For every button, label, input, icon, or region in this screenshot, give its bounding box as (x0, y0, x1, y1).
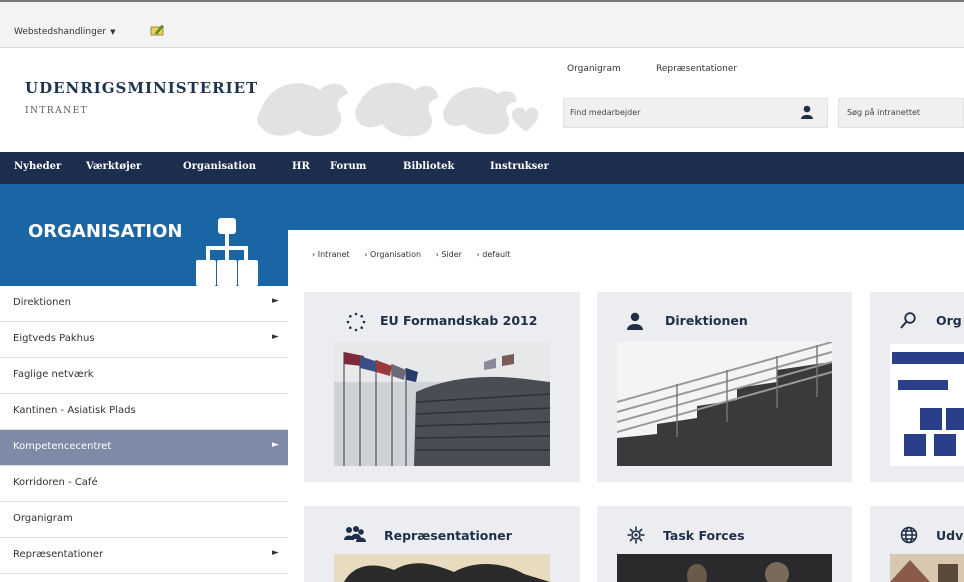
breadcrumb-item-default[interactable]: › default (477, 250, 517, 259)
magnifier-icon (900, 312, 916, 329)
card-title: EU Formandskab 2012 (380, 313, 538, 328)
ribbon-bar (0, 0, 964, 48)
card-title: Direktionen (665, 313, 748, 328)
nav-item-news[interactable]: Nyheder (14, 161, 61, 172)
organigram-thumbnail (890, 344, 964, 466)
circle-dots-icon (346, 312, 366, 332)
nav-item-instructions[interactable]: Instrukser (490, 161, 549, 172)
logo-title[interactable]: UDENRIGSMINISTERIET (25, 79, 258, 97)
chevron-right-icon: ► (272, 440, 279, 450)
sidebar-item-kompetencecentret[interactable]: Kompetencecentret ► (0, 430, 288, 466)
sidebar-item-organigram[interactable]: Organigram (0, 502, 288, 538)
nav-item-hr[interactable]: HR (292, 161, 310, 172)
find-employee-input[interactable]: Find medarbejder (563, 98, 828, 128)
globe-icon (900, 526, 918, 544)
sidebar-item-eigtveds-pakhus[interactable]: Eigtveds Pakhus ► (0, 322, 288, 358)
nav-item-forum[interactable]: Forum (330, 161, 366, 172)
edit-page-icon[interactable] (150, 24, 164, 36)
sidebar-item-label: Faglige netværk (13, 369, 94, 380)
card-representations[interactable]: Repræsentationer (304, 506, 580, 582)
chevron-right-icon: ► (272, 296, 279, 306)
card-task-forces[interactable]: Task Forces (597, 506, 852, 582)
search-input[interactable]: Søg på intranettet (838, 98, 964, 128)
nav-item-library[interactable]: Bibliotek (403, 161, 454, 172)
card-title: Org (936, 313, 962, 328)
chevron-right-icon: ► (272, 548, 279, 558)
card-eu-presidency[interactable]: EU Formandskab 2012 (304, 292, 580, 482)
nav-item-tools[interactable]: Værktøjer (86, 161, 141, 172)
chevron-right-icon: ► (272, 332, 279, 342)
header-link-organigram[interactable]: Organigram (567, 64, 621, 74)
main-nav: Nyheder Værktøjer Organisation HR Forum … (0, 152, 964, 184)
site-actions-label: Webstedshandlinger (14, 27, 107, 37)
card-directorate[interactable]: Direktionen (597, 292, 852, 482)
card-title: Repræsentationer (384, 528, 512, 543)
header-link-representations[interactable]: Repræsentationer (656, 64, 737, 74)
sidebar-item-label: Korridoren - Café (13, 477, 98, 488)
sidebar-item-label: Eigtveds Pakhus (13, 333, 95, 344)
breadcrumb-item-pages[interactable]: › Sider (436, 250, 468, 259)
sidebar-item-label: Organigram (13, 513, 73, 524)
meeting-photo (617, 554, 832, 582)
sidebar-item-repraesentationer[interactable]: Repræsentationer ► (0, 538, 288, 574)
breadcrumb-item-intranet[interactable]: › Intranet (312, 250, 356, 259)
section-title: ORGANISATION (28, 221, 183, 242)
card-organigram[interactable]: Org (870, 292, 964, 482)
caret-down-icon: ▼ (110, 28, 116, 36)
sidebar: Direktionen ► Eigtveds Pakhus ► Faglige … (0, 286, 288, 582)
development-photo (890, 554, 964, 582)
search-placeholder: Søg på intranettet (847, 108, 921, 117)
sidebar-item-faglige-netvaerk[interactable]: Faglige netværk (0, 358, 288, 394)
lions-logo-watermark (257, 82, 539, 137)
site-actions-menu[interactable]: Webstedshandlinger ▼ (14, 27, 115, 37)
person-icon[interactable] (800, 105, 814, 119)
nav-item-organisation[interactable]: Organisation (183, 161, 256, 172)
sidebar-item-label: Direktionen (13, 297, 71, 308)
sidebar-item-direktionen[interactable]: Direktionen ► (0, 286, 288, 322)
find-employee-placeholder: Find medarbejder (570, 108, 641, 117)
sidebar-item-label: Repræsentationer (13, 549, 104, 560)
card-development[interactable]: Udv (870, 506, 964, 582)
sidebar-item-korridoren[interactable]: Korridoren - Café (0, 466, 288, 502)
breadcrumb-item-organisation[interactable]: › Organisation (364, 250, 427, 259)
sidebar-item-label: Kantinen - Asiatisk Plads (13, 405, 136, 416)
world-map-photo (334, 554, 550, 582)
people-icon (344, 526, 366, 542)
sidebar-item-kantinen[interactable]: Kantinen - Asiatisk Plads (0, 394, 288, 430)
eu-parliament-photo (334, 342, 550, 466)
staircase-photo (617, 342, 832, 466)
card-title: Udv (936, 528, 964, 543)
gear-icon (627, 526, 645, 544)
card-title: Task Forces (663, 528, 745, 543)
person-icon (627, 312, 643, 330)
breadcrumb: › Intranet › Organisation › Sider › defa… (312, 250, 522, 259)
logo-subtitle: INTRANET (25, 106, 89, 116)
org-chart-icon (196, 218, 258, 286)
sidebar-item-label: Kompetencecentret (13, 441, 112, 452)
